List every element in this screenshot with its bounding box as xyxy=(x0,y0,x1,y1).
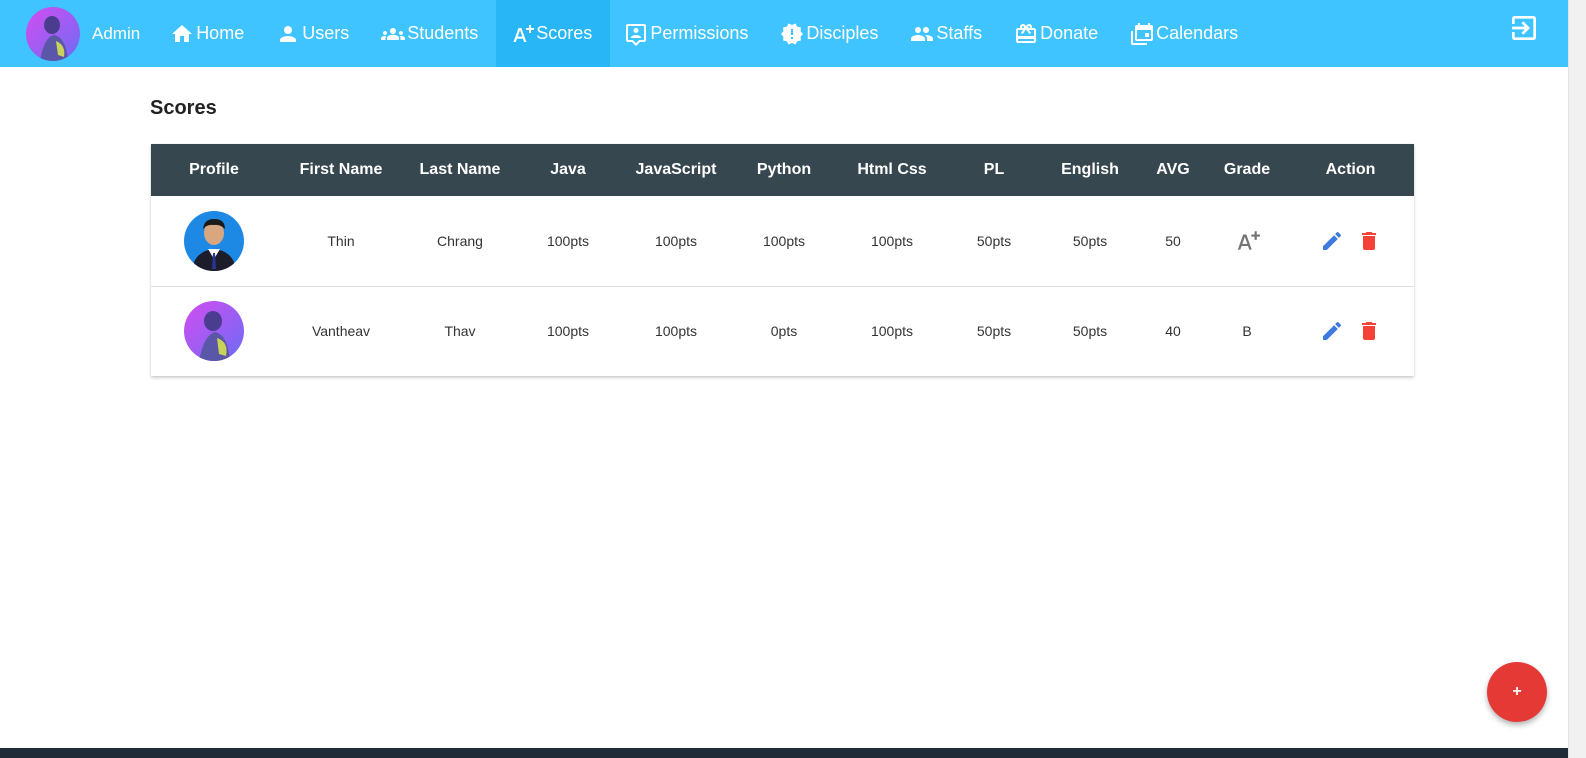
table-header-row: Profile First Name Last Name Java JavaSc… xyxy=(151,144,1414,196)
avg-cell: 50 xyxy=(1165,232,1181,249)
python-score-cell: 100pts xyxy=(762,232,806,249)
column-header: Grade xyxy=(1223,161,1271,178)
nav-item-users[interactable]: Users xyxy=(262,0,367,67)
last-name-cell: Chrang xyxy=(437,232,483,249)
last-name-cell: Thav xyxy=(405,285,515,376)
grade-cell: B xyxy=(1207,285,1287,376)
first-name-cell: Thin xyxy=(327,232,355,249)
nav-item-label: Disciples xyxy=(806,23,879,43)
people-icon xyxy=(911,26,934,41)
javascript-score-cell: 100pts xyxy=(621,285,731,376)
nav-item-students[interactable]: Students xyxy=(367,0,496,67)
vertical-scrollbar[interactable] xyxy=(1568,0,1586,758)
home-icon xyxy=(172,24,193,42)
gift-icon xyxy=(1016,23,1037,43)
english-score-cell: 50pts xyxy=(1041,285,1139,376)
scores-table-card: Profile First Name Last Name Java JavaSc… xyxy=(151,144,1414,376)
user-icon xyxy=(280,25,297,42)
nav-item-label: Staffs xyxy=(936,23,983,43)
python-score-cell: 0pts xyxy=(731,285,837,376)
edit-button[interactable] xyxy=(1320,319,1344,343)
trash-icon xyxy=(1362,322,1377,341)
nav-item-label: Permissions xyxy=(650,23,749,43)
column-header: Action xyxy=(1325,161,1376,178)
html-css-score-cell: 100pts xyxy=(837,285,947,376)
pl-score-cell: 50pts xyxy=(976,232,1012,249)
window-bottom-edge xyxy=(0,748,1568,758)
comment-account-icon xyxy=(626,23,647,46)
action-cell xyxy=(1287,285,1414,376)
pl-score-cell: 50pts xyxy=(947,285,1041,376)
column-header: Profile xyxy=(189,161,239,178)
logout-button[interactable] xyxy=(1508,12,1540,44)
nav-item-label: Calendars xyxy=(1156,23,1239,43)
column-header: AVG xyxy=(1156,161,1190,178)
delete-button[interactable] xyxy=(1357,319,1381,343)
english-score-cell: 50pts xyxy=(1072,232,1108,249)
column-header: JavaScript xyxy=(635,161,717,178)
column-header: Last Name xyxy=(419,161,501,178)
add-score-button[interactable]: + xyxy=(1487,662,1547,722)
nav-item-permissions[interactable]: Permissions xyxy=(610,0,766,67)
java-score-cell: 100pts xyxy=(515,285,621,376)
column-header: Python xyxy=(756,161,812,178)
nav-item-label: Home xyxy=(196,23,245,43)
column-header: First Name xyxy=(299,161,383,178)
nav-item-label: Users xyxy=(302,23,350,43)
nav-item-home[interactable]: Home xyxy=(156,0,262,67)
avg-cell: 40 xyxy=(1139,285,1207,376)
nav-item-scores[interactable]: Scores xyxy=(496,0,611,67)
nav-item-label: Donate xyxy=(1040,23,1099,43)
html-css-score-cell: 100pts xyxy=(870,232,914,249)
page-title: Scores xyxy=(150,97,217,119)
grade-icon xyxy=(513,24,535,42)
grade-a-plus-icon xyxy=(1234,231,1260,250)
edit-button[interactable] xyxy=(1320,229,1344,253)
table-row: Vantheav Thav 100pts 100pts 0pts 100pts … xyxy=(151,285,1414,376)
nav-item-calendars[interactable]: Calendars xyxy=(1116,0,1256,67)
group-icon xyxy=(381,27,406,40)
student-avatar[interactable] xyxy=(184,210,244,271)
student-avatar[interactable] xyxy=(184,301,244,362)
java-score-cell: 100pts xyxy=(546,232,590,249)
pencil-icon xyxy=(1322,231,1341,250)
column-header: PL xyxy=(983,161,1005,178)
scores-table: Profile First Name Last Name Java JavaSc… xyxy=(151,144,1414,376)
admin-avatar[interactable] xyxy=(26,6,80,61)
calendar-icon xyxy=(1131,22,1154,45)
delete-button[interactable] xyxy=(1357,229,1381,253)
pencil-icon xyxy=(1322,322,1341,341)
table-row: Thin Chrang 100pts 100pts 100pts 100pts … xyxy=(151,196,1414,286)
app-frame: Admin Home Users Students Scores Permiss… xyxy=(0,0,1568,748)
nav-item-disciples[interactable]: Disciples xyxy=(766,0,896,67)
logout-icon xyxy=(1512,16,1536,40)
first-name-cell: Vantheav xyxy=(277,285,405,376)
top-navbar: Admin Home Users Students Scores Permiss… xyxy=(0,0,1568,67)
alert-badge-icon xyxy=(781,23,804,44)
grade-cell xyxy=(1207,196,1287,286)
nav-item-donate[interactable]: Donate xyxy=(1000,0,1116,67)
trash-icon xyxy=(1362,231,1377,250)
column-header: English xyxy=(1061,161,1119,178)
column-header: Html Css xyxy=(857,161,927,178)
nav-item-label: Scores xyxy=(536,23,593,43)
column-header: Java xyxy=(550,161,586,178)
javascript-score-cell: 100pts xyxy=(654,232,698,249)
nav-item-label: Students xyxy=(407,23,479,43)
nav-item-staffs[interactable]: Staffs xyxy=(896,0,1000,67)
admin-label[interactable]: Admin xyxy=(92,24,140,44)
action-cell xyxy=(1287,196,1414,286)
